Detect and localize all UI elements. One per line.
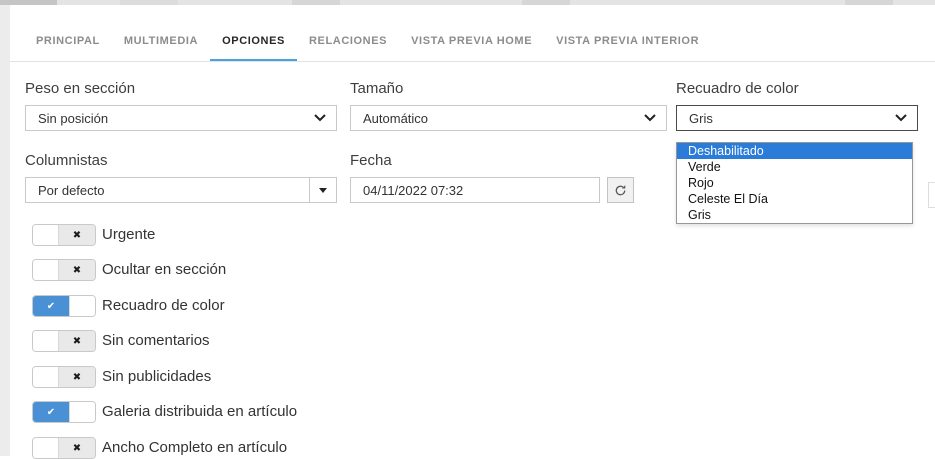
field-tamano: Tamaño Automático	[350, 80, 667, 131]
toggle-knob	[33, 225, 59, 245]
field-label: Peso en sección	[25, 80, 337, 98]
toggle-ocultar-en-seccion[interactable]	[32, 259, 96, 281]
recuadro-dropdown-list: Deshabilitado Verde Rojo Celeste El Día …	[676, 142, 913, 224]
refresh-icon	[614, 184, 627, 197]
toggle-knob	[33, 367, 59, 387]
chevron-down-icon	[895, 114, 907, 122]
peso-select[interactable]: Sin posición	[25, 105, 337, 131]
dropdown-option-celeste-el-dia[interactable]: Celeste El Día	[677, 191, 912, 207]
field-peso-en-seccion: Peso en sección Sin posición	[25, 80, 337, 131]
caret-down-icon	[319, 188, 327, 193]
field-recuadro-de-color: Recuadro de color Gris	[676, 80, 918, 131]
refresh-date-button[interactable]	[607, 177, 634, 203]
peso-select-value: Sin posición	[38, 111, 314, 126]
options-panel: PRINCIPAL MULTIMEDIA OPCIONES RELACIONES…	[10, 5, 935, 456]
toggle-sin-comentarios[interactable]	[32, 330, 96, 352]
toggle-row-ocultar-en-seccion: Ocultar en sección	[10, 259, 450, 281]
toggle-knob	[33, 438, 59, 458]
field-columnistas: Columnistas Por defecto	[25, 152, 337, 203]
toggle-sin-publicidades[interactable]	[32, 366, 96, 388]
toggle-row-urgente: Urgente	[10, 224, 450, 246]
fecha-input[interactable]	[350, 177, 600, 203]
chevron-down-icon	[644, 114, 656, 122]
toggle-label: Ocultar en sección	[102, 259, 226, 281]
chevron-down-icon	[314, 114, 326, 122]
dropdown-option-gris[interactable]: Gris	[677, 207, 912, 223]
toggle-urgente[interactable]	[32, 224, 96, 246]
toggle-recuadro-de-color[interactable]	[32, 295, 96, 317]
field-fecha: Fecha	[350, 152, 634, 203]
toggle-state-icon	[33, 402, 69, 422]
tamano-select[interactable]: Automático	[350, 105, 667, 131]
toggle-state-icon	[59, 367, 95, 387]
toggle-row-sin-comentarios: Sin comentarios	[10, 330, 450, 352]
toggle-row-galeria-distribuida: Galeria distribuida en artículo	[10, 401, 450, 423]
tab-opciones[interactable]: OPCIONES	[210, 35, 297, 62]
toggle-label: Galeria distribuida en artículo	[102, 401, 297, 423]
dropdown-option-verde[interactable]: Verde	[677, 159, 912, 175]
left-gutter	[0, 5, 10, 456]
toggle-knob	[33, 260, 59, 280]
tab-principal[interactable]: PRINCIPAL	[24, 35, 112, 62]
toggle-knob	[33, 331, 59, 351]
tab-vista-previa-home[interactable]: VISTA PREVIA HOME	[399, 35, 544, 62]
toggle-label: Sin publicidades	[102, 366, 211, 388]
toggle-state-icon	[59, 260, 95, 280]
toggle-label: Urgente	[102, 224, 155, 246]
dropdown-option-rojo[interactable]: Rojo	[677, 175, 912, 191]
dropdown-option-deshabilitado[interactable]: Deshabilitado	[677, 143, 912, 159]
toggle-label: Recuadro de color	[102, 295, 225, 317]
recuadro-select[interactable]: Gris	[676, 105, 918, 131]
toggle-state-icon	[59, 331, 95, 351]
columnistas-dropdown-button[interactable]	[309, 178, 336, 202]
toggle-row-recuadro-de-color: Recuadro de color	[10, 295, 450, 317]
columnistas-combo[interactable]: Por defecto	[25, 177, 337, 203]
field-label: Recuadro de color	[676, 80, 918, 98]
toggle-row-sin-publicidades: Sin publicidades	[10, 366, 450, 388]
toggle-galeria-distribuida[interactable]	[32, 401, 96, 423]
tamano-select-value: Automático	[363, 111, 644, 126]
columnistas-value: Por defecto	[26, 178, 309, 202]
field-label: Fecha	[350, 152, 634, 170]
field-label: Tamaño	[350, 80, 667, 98]
tab-multimedia[interactable]: MULTIMEDIA	[112, 35, 210, 62]
toggle-state-icon	[33, 296, 69, 316]
tab-relaciones[interactable]: RELACIONES	[297, 35, 399, 62]
clipped-field	[928, 182, 935, 208]
tab-vista-previa-interior[interactable]: VISTA PREVIA INTERIOR	[544, 35, 711, 62]
toggle-state-icon	[59, 225, 95, 245]
toggle-state-icon	[59, 438, 95, 458]
toggle-knob	[69, 402, 95, 422]
tab-bar: PRINCIPAL MULTIMEDIA OPCIONES RELACIONES…	[10, 5, 935, 62]
toggle-knob	[69, 296, 95, 316]
tabbar-divider	[10, 61, 935, 62]
recuadro-select-value: Gris	[689, 111, 895, 126]
toggle-label: Sin comentarios	[102, 330, 210, 352]
field-label: Columnistas	[25, 152, 337, 170]
